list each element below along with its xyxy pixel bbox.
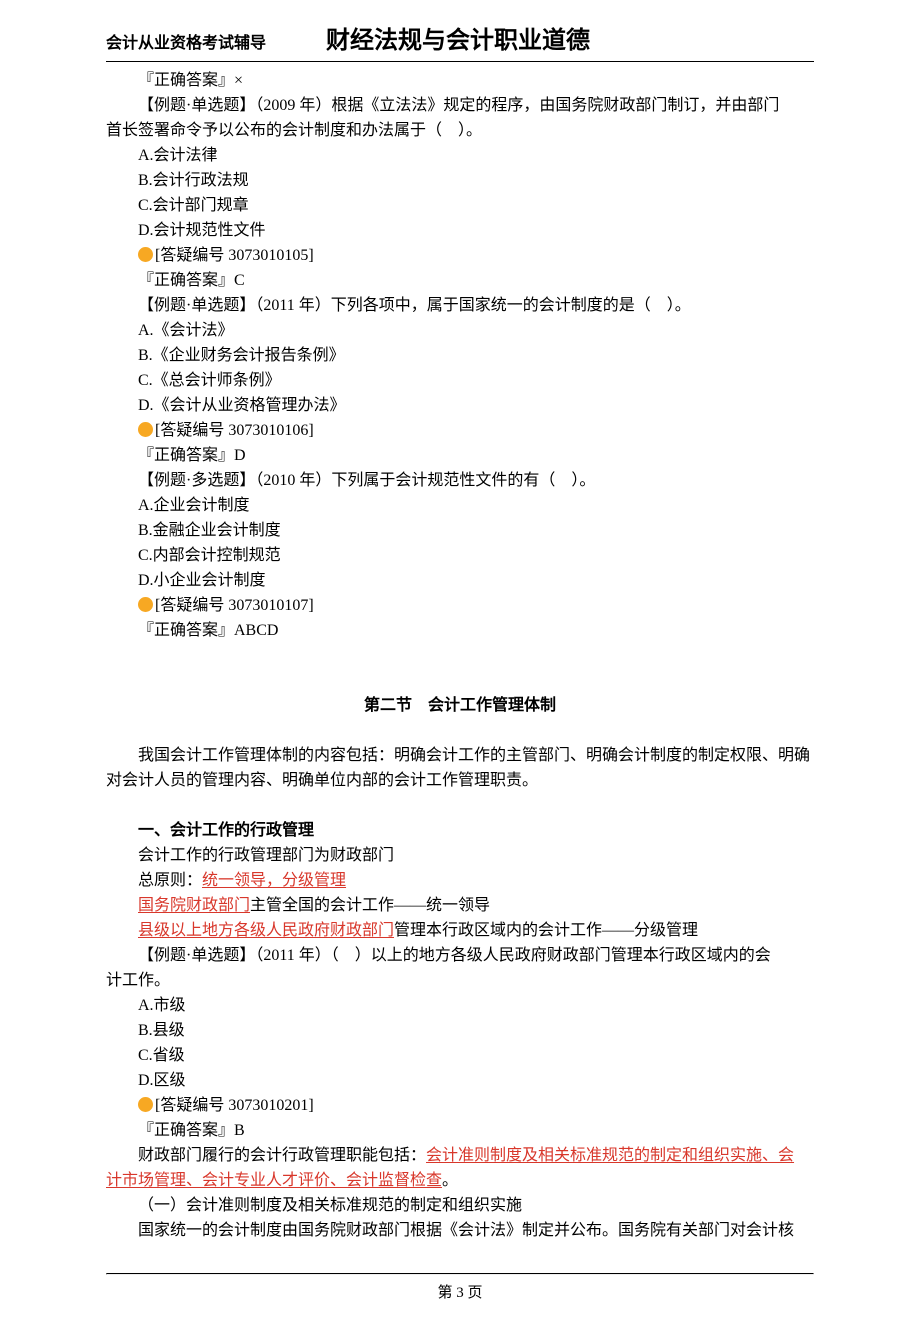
- question-stem: 【例题·多选题】（2010 年）下列属于会计规范性文件的有（ ）。: [106, 468, 814, 493]
- text-suffix: 。: [442, 1172, 458, 1189]
- section-intro: 我国会计工作管理体制的内容包括：明确会计工作的主管部门、明确会计制度的制定权限、…: [106, 743, 814, 793]
- highlight-text: 国务院财政部门: [138, 897, 250, 914]
- question-mark-icon: [138, 597, 153, 612]
- body-line: 会计工作的行政管理部门为财政部门: [106, 843, 814, 868]
- subsection-title: （一）会计准则制度及相关标准规范的制定和组织实施: [106, 1193, 814, 1218]
- option-d: D.《会计从业资格管理办法》: [106, 393, 814, 418]
- question-stem: 【例题·单选题】（2011 年）下列各项中，属于国家统一的会计制度的是（ ）。: [106, 293, 814, 318]
- question-stem: 【例题·单选题】（2011 年）（ ）以上的地方各级人民政府财政部门管理本行政区…: [106, 943, 814, 968]
- option-b: B.《企业财务会计报告条例》: [106, 343, 814, 368]
- option-d: D.会计规范性文件: [106, 218, 814, 243]
- body-line: 总原则：统一领导，分级管理: [106, 868, 814, 893]
- answer-line: 『正确答案』C: [106, 268, 814, 293]
- qid-text: [答疑编号 3073010106]: [155, 422, 314, 439]
- qid-text: [答疑编号 3073010107]: [155, 597, 314, 614]
- option-c: C.《总会计师条例》: [106, 368, 814, 393]
- body-para: 财政部门履行的会计行政管理职能包括：会计准则制度及相关标准规范的制定和组织实施、…: [106, 1143, 814, 1168]
- qid-text: [答疑编号 3073010201]: [155, 1097, 314, 1114]
- option-a: A.市级: [106, 993, 814, 1018]
- qid-text: [答疑编号 3073010105]: [155, 247, 314, 264]
- section-title: 第二节 会计工作管理体制: [106, 693, 814, 718]
- answer-line: 『正确答案』B: [106, 1118, 814, 1143]
- question-id: [答疑编号 3073010106]: [106, 418, 814, 443]
- body-line: 国务院财政部门主管全国的会计工作——统一领导: [106, 893, 814, 918]
- option-b: B.金融企业会计制度: [106, 518, 814, 543]
- option-b: B.县级: [106, 1018, 814, 1043]
- question-mark-icon: [138, 247, 153, 262]
- option-c: C.会计部门规章: [106, 193, 814, 218]
- question-stem-cont: 首长签署命令予以公布的会计制度和办法属于（ ）。: [106, 118, 814, 143]
- body-line: 国家统一的会计制度由国务院财政部门根据《会计法》制定并公布。国务院有关部门对会计…: [106, 1218, 814, 1243]
- question-mark-icon: [138, 1097, 153, 1112]
- answer-line: 『正确答案』ABCD: [106, 618, 814, 643]
- highlight-text: 会计准则制度及相关标准规范的制定和组织实施、会: [426, 1147, 794, 1164]
- question-mark-icon: [138, 422, 153, 437]
- header-title: 财经法规与会计职业道德: [326, 20, 590, 55]
- header-rule: [106, 61, 814, 62]
- highlight-text: 县级以上地方各级人民政府财政部门: [138, 922, 394, 939]
- question-id: [答疑编号 3073010201]: [106, 1093, 814, 1118]
- option-c: C.省级: [106, 1043, 814, 1068]
- highlight-text: 计市场管理、会计专业人才评价、会计监督检查: [106, 1172, 442, 1189]
- text-suffix: 管理本行政区域内的会计工作——分级管理: [394, 922, 698, 939]
- body-para-cont: 计市场管理、会计专业人才评价、会计监督检查。: [106, 1168, 814, 1193]
- option-d: D.小企业会计制度: [106, 568, 814, 593]
- footer: 第 3 页: [106, 1273, 814, 1322]
- answer-line: 『正确答案』×: [106, 68, 814, 93]
- header-subtitle: 会计从业资格考试辅导: [106, 29, 266, 53]
- option-c: C.内部会计控制规范: [106, 543, 814, 568]
- option-a: A.《会计法》: [106, 318, 814, 343]
- question-id: [答疑编号 3073010107]: [106, 593, 814, 618]
- text-prefix: 财政部门履行的会计行政管理职能包括：: [138, 1147, 426, 1164]
- question-stem-cont: 计工作。: [106, 968, 814, 993]
- highlight-text: 统一领导，分级管理: [202, 872, 346, 889]
- option-a: A.企业会计制度: [106, 493, 814, 518]
- body: 『正确答案』× 【例题·单选题】（2009 年）根据《立法法》规定的程序，由国务…: [106, 68, 814, 1243]
- text-prefix: 总原则：: [138, 872, 202, 889]
- question-stem: 【例题·单选题】（2009 年）根据《立法法》规定的程序，由国务院财政部门制订，…: [106, 93, 814, 118]
- answer-line: 『正确答案』D: [106, 443, 814, 468]
- page-number: 第 3 页: [106, 1275, 814, 1322]
- option-a: A.会计法律: [106, 143, 814, 168]
- question-id: [答疑编号 3073010105]: [106, 243, 814, 268]
- body-line: 县级以上地方各级人民政府财政部门管理本行政区域内的会计工作——分级管理: [106, 918, 814, 943]
- option-b: B.会计行政法规: [106, 168, 814, 193]
- text-suffix: 主管全国的会计工作——统一领导: [250, 897, 490, 914]
- subheading: 一、会计工作的行政管理: [106, 818, 814, 843]
- option-d: D.区级: [106, 1068, 814, 1093]
- header: 会计从业资格考试辅导 财经法规与会计职业道德: [106, 0, 814, 61]
